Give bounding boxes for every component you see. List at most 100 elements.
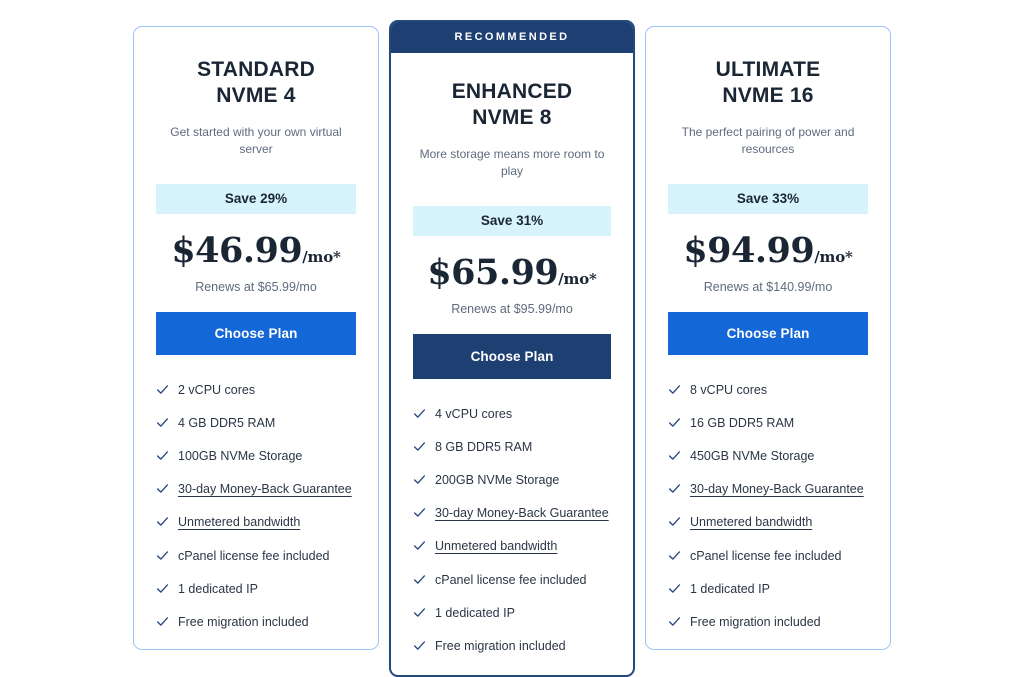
feature-item: 30-day Money-Back Guarantee bbox=[156, 480, 356, 498]
plan-title-line1: ULTIMATE bbox=[715, 58, 821, 81]
check-icon bbox=[413, 573, 426, 586]
feature-item: 2 vCPU cores bbox=[156, 381, 356, 399]
check-icon bbox=[668, 515, 681, 528]
check-icon bbox=[156, 515, 169, 528]
feature-label: cPanel license fee included bbox=[690, 548, 842, 563]
feature-label: 100GB NVMe Storage bbox=[178, 449, 303, 464]
recommended-ribbon: RECOMMENDED bbox=[391, 22, 633, 53]
check-icon bbox=[668, 549, 681, 562]
feature-link[interactable]: 30-day Money-Back Guarantee bbox=[435, 504, 609, 522]
feature-label: 8 GB DDR5 RAM bbox=[435, 440, 533, 455]
feature-item: Unmetered bandwidth bbox=[668, 513, 868, 531]
feature-label: 450GB NVMe Storage bbox=[690, 449, 815, 464]
feature-label: Free migration included bbox=[435, 638, 566, 653]
check-icon bbox=[156, 449, 169, 462]
feature-item: Free migration included bbox=[413, 637, 611, 655]
feature-item: Unmetered bandwidth bbox=[413, 537, 611, 555]
price-period: /mo* bbox=[302, 247, 341, 266]
check-icon bbox=[668, 416, 681, 429]
plan-title: ENHANCED NVME 8 bbox=[413, 79, 611, 132]
plan-title: STANDARD NVME 4 bbox=[156, 57, 356, 110]
price-block: $94.99/mo* Renews at $140.99/mo bbox=[668, 230, 868, 294]
check-icon bbox=[413, 506, 426, 519]
pricing-section: STANDARD NVME 4 Get started with your own … bbox=[0, 0, 1024, 677]
check-icon bbox=[413, 407, 426, 420]
feature-label: cPanel license fee included bbox=[435, 572, 587, 587]
plan-card-enhanced: RECOMMENDED ENHANCED NVME 8 More storage me… bbox=[389, 20, 635, 677]
feature-label: Free migration included bbox=[178, 614, 309, 629]
check-icon bbox=[156, 383, 169, 396]
feature-label: 2 vCPU cores bbox=[178, 382, 256, 397]
feature-link[interactable]: Unmetered bandwidth bbox=[435, 537, 557, 555]
price-amount: $46.99 bbox=[171, 229, 303, 271]
price-block: $46.99/mo* Renews at $65.99/mo bbox=[156, 230, 356, 294]
feature-item: 8 vCPU cores bbox=[668, 381, 868, 399]
plan-title-line1: STANDARD bbox=[197, 58, 315, 81]
feature-item: 1 dedicated IP bbox=[156, 580, 356, 598]
price-period: /mo* bbox=[558, 269, 597, 288]
check-icon bbox=[413, 539, 426, 552]
feature-label: 1 dedicated IP bbox=[435, 605, 515, 620]
feature-link[interactable]: 30-day Money-Back Guarantee bbox=[690, 480, 864, 498]
check-icon bbox=[668, 615, 681, 628]
feature-item: 1 dedicated IP bbox=[413, 604, 611, 622]
choose-plan-button[interactable]: Choose Plan bbox=[668, 311, 868, 355]
feature-label: 1 dedicated IP bbox=[690, 581, 770, 596]
check-icon bbox=[413, 440, 426, 453]
feature-item: Unmetered bandwidth bbox=[156, 513, 356, 531]
plan-title: ULTIMATE NVME 16 bbox=[668, 57, 868, 110]
feature-item: 1 dedicated IP bbox=[668, 580, 868, 598]
check-icon bbox=[156, 582, 169, 595]
price-block: $65.99/mo* Renews at $95.99/mo bbox=[413, 252, 611, 316]
plan-card-standard: STANDARD NVME 4 Get started with your own … bbox=[133, 26, 379, 650]
feature-list: 8 vCPU cores 16 GB DDR5 RAM 450GB NVMe Sto… bbox=[668, 381, 868, 631]
plan-card-ultimate: ULTIMATE NVME 16 The perfect pairing of po… bbox=[645, 26, 891, 650]
feature-link[interactable]: Unmetered bandwidth bbox=[178, 513, 300, 531]
save-badge: Save 33% bbox=[668, 183, 868, 214]
check-icon bbox=[156, 615, 169, 628]
feature-item: 16 GB DDR5 RAM bbox=[668, 414, 868, 432]
check-icon bbox=[413, 639, 426, 652]
plan-title-line2: NVME 16 bbox=[722, 84, 814, 108]
check-icon bbox=[668, 449, 681, 462]
feature-label: 8 vCPU cores bbox=[690, 382, 768, 397]
plan-title-line2: NVME 8 bbox=[472, 106, 552, 130]
feature-item: 450GB NVMe Storage bbox=[668, 447, 868, 465]
renewal-price: Renews at $65.99/mo bbox=[195, 279, 317, 294]
check-icon bbox=[413, 473, 426, 486]
choose-plan-button[interactable]: Choose Plan bbox=[413, 333, 611, 379]
feature-item: Free migration included bbox=[156, 613, 356, 631]
feature-item: 30-day Money-Back Guarantee bbox=[668, 480, 868, 498]
feature-item: 4 GB DDR5 RAM bbox=[156, 414, 356, 432]
feature-item: Free migration included bbox=[668, 613, 868, 631]
feature-item: 30-day Money-Back Guarantee bbox=[413, 504, 611, 522]
feature-label: 1 dedicated IP bbox=[178, 581, 258, 596]
plan-card-body: ENHANCED NVME 8 More storage means more ro… bbox=[391, 79, 633, 655]
plan-title-line1: ENHANCED bbox=[451, 80, 573, 103]
feature-link[interactable]: Unmetered bandwidth bbox=[690, 513, 812, 531]
feature-list: 2 vCPU cores 4 GB DDR5 RAM 100GB NVMe Stor… bbox=[156, 381, 356, 631]
choose-plan-button[interactable]: Choose Plan bbox=[156, 311, 356, 355]
plan-subtitle: More storage means more room to play bbox=[419, 146, 605, 178]
feature-item: cPanel license fee included bbox=[156, 547, 356, 565]
feature-item: 100GB NVMe Storage bbox=[156, 447, 356, 465]
feature-label: 16 GB DDR5 RAM bbox=[690, 416, 795, 431]
check-icon bbox=[413, 606, 426, 619]
plan-title-line2: NVME 4 bbox=[216, 84, 296, 108]
check-icon bbox=[668, 383, 681, 396]
feature-label: Free migration included bbox=[690, 614, 821, 629]
feature-label: 200GB NVMe Storage bbox=[435, 473, 560, 488]
price-period: /mo* bbox=[814, 247, 853, 266]
plan-subtitle: Get started with your own virtual server bbox=[170, 124, 342, 156]
plan-card-body: STANDARD NVME 4 Get started with your own … bbox=[134, 57, 378, 631]
renewal-price: Renews at $95.99/mo bbox=[451, 301, 573, 316]
feature-item: 4 vCPU cores bbox=[413, 405, 611, 423]
pricing-cards-row: STANDARD NVME 4 Get started with your own … bbox=[0, 0, 1024, 677]
feature-link[interactable]: 30-day Money-Back Guarantee bbox=[178, 480, 352, 498]
feature-item: cPanel license fee included bbox=[668, 547, 868, 565]
feature-item: 8 GB DDR5 RAM bbox=[413, 438, 611, 456]
check-icon bbox=[156, 549, 169, 562]
price-amount: $65.99 bbox=[427, 251, 559, 293]
plan-subtitle: The perfect pairing of power and resourc… bbox=[681, 124, 855, 156]
feature-label: 4 vCPU cores bbox=[435, 406, 513, 421]
